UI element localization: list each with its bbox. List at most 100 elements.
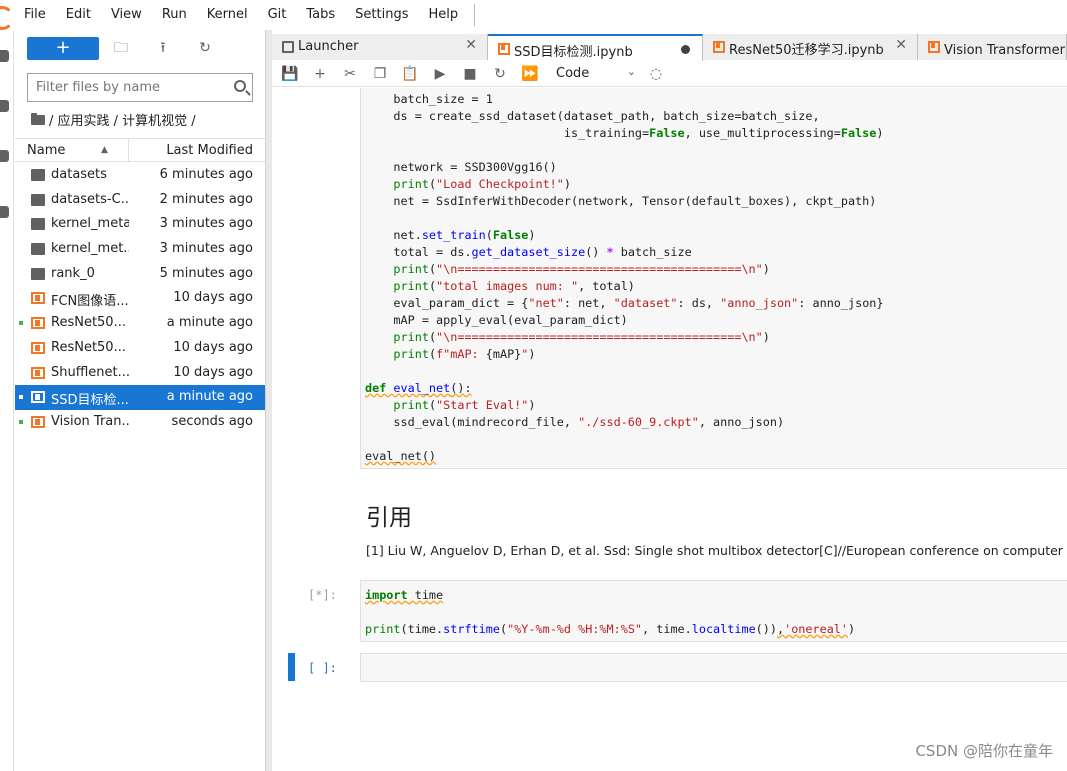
chevron-down-icon: ⌄ bbox=[626, 65, 636, 78]
file-modified: 10 days ago bbox=[173, 339, 253, 355]
panel-splitter[interactable] bbox=[265, 30, 272, 771]
folder-icon[interactable] bbox=[31, 112, 45, 125]
menu-tabs[interactable]: Tabs bbox=[296, 0, 345, 30]
notebook-icon bbox=[31, 292, 45, 305]
notebook-icon bbox=[713, 41, 725, 53]
cell-type-dropdown[interactable]: Code ⌄ bbox=[556, 65, 636, 83]
file-list-header: Name ▲ Last Modified bbox=[15, 138, 265, 162]
menu-help[interactable]: Help bbox=[419, 0, 469, 30]
tab-resnet50-notebook[interactable]: ResNet50迁移学习.ipynb ✕ bbox=[703, 34, 918, 60]
notebook-icon bbox=[31, 341, 45, 354]
file-row[interactable]: rank_0 5 minutes ago bbox=[15, 262, 265, 287]
restart-icon[interactable]: ↻ bbox=[491, 65, 509, 83]
folder-icon bbox=[31, 218, 45, 231]
file-row[interactable]: kernel_met... 3 minutes ago bbox=[15, 237, 265, 262]
menu-git[interactable]: Git bbox=[258, 0, 297, 30]
insert-cell-icon[interactable]: + bbox=[311, 65, 329, 83]
cell-prompt-empty: [ ]: bbox=[308, 661, 337, 675]
file-modified: 3 minutes ago bbox=[159, 241, 253, 257]
close-icon[interactable]: ✕ bbox=[895, 37, 907, 53]
running-icon[interactable] bbox=[0, 100, 9, 112]
code-cell-ssd-eval[interactable]: batch_size = 1 ds = create_ssd_dataset(d… bbox=[360, 88, 1067, 469]
menu-settings[interactable]: Settings bbox=[345, 0, 418, 30]
menu-edit[interactable]: Edit bbox=[56, 0, 101, 30]
new-launcher-button[interactable]: + bbox=[27, 37, 99, 60]
file-name: Shufflenet... bbox=[51, 364, 129, 380]
file-row[interactable]: Vision Tran... seconds ago bbox=[15, 410, 265, 435]
breadcrumb[interactable]: / 应用实践 / 计算机视觉 / bbox=[31, 110, 196, 129]
menu-run[interactable]: Run bbox=[152, 0, 197, 30]
refresh-icon[interactable]: ↻ bbox=[197, 39, 213, 57]
notebook-icon bbox=[31, 366, 45, 379]
launcher-icon bbox=[282, 41, 294, 53]
close-icon[interactable]: ✕ bbox=[465, 37, 477, 53]
paste-icon[interactable]: 📋 bbox=[401, 65, 419, 83]
git-icon[interactable]: ◌ bbox=[647, 65, 665, 83]
tab-label: Vision Transformer图 bbox=[944, 43, 1067, 58]
file-modified: 5 minutes ago bbox=[159, 265, 253, 281]
upload-icon[interactable]: ⭱ bbox=[155, 39, 171, 57]
folder-icon bbox=[31, 267, 45, 280]
filter-files-field[interactable] bbox=[27, 73, 253, 102]
notebook-icon bbox=[498, 43, 510, 55]
file-name: FCN图像语... bbox=[51, 294, 129, 310]
breadcrumb-path[interactable]: / 应用实践 / 计算机视觉 / bbox=[49, 110, 196, 129]
run-icon[interactable]: ▶ bbox=[431, 65, 449, 83]
file-row[interactable]: SSD目标检... a minute ago bbox=[15, 385, 265, 410]
file-row[interactable]: kernel_meta 3 minutes ago bbox=[15, 212, 265, 237]
tab-launcher[interactable]: Launcher ✕ bbox=[272, 34, 488, 60]
copy-icon[interactable]: ❐ bbox=[371, 65, 389, 83]
menu-separator bbox=[474, 4, 476, 26]
left-activity-bar bbox=[0, 30, 14, 771]
file-row[interactable]: datasets 6 minutes ago bbox=[15, 163, 265, 188]
folder-icon bbox=[31, 243, 45, 256]
column-divider bbox=[128, 139, 129, 161]
file-row[interactable]: FCN图像语... 10 days ago bbox=[15, 286, 265, 311]
file-list: datasets 6 minutes ago datasets-C... 2 minu… bbox=[15, 163, 265, 435]
file-modified: 10 days ago bbox=[173, 364, 253, 380]
new-folder-icon[interactable]: 🗀 bbox=[113, 39, 129, 57]
file-row[interactable]: Shufflenet... 10 days ago bbox=[15, 361, 265, 386]
menu-bar: File Edit View Run Kernel Git Tabs Setti… bbox=[0, 0, 1067, 30]
heading-references: 引用 bbox=[366, 505, 412, 531]
file-browser: + 🗀 ⭱ ↻ / 应用实践 / 计算机视觉 / Name ▲ Last Mod… bbox=[15, 30, 265, 771]
file-name: SSD目标检... bbox=[51, 393, 129, 409]
cell-type-value: Code bbox=[556, 66, 590, 81]
running-indicator-icon bbox=[19, 395, 23, 400]
tab-label: SSD目标检测.ipynb bbox=[514, 45, 633, 60]
notebook-icon bbox=[31, 391, 45, 404]
code-cell-time[interactable]: import time print(time.strftime("%Y-%m-%… bbox=[360, 580, 1067, 642]
file-row[interactable]: ResNet50... a minute ago bbox=[15, 311, 265, 336]
tab-label: ResNet50迁移学习.ipynb bbox=[729, 43, 884, 58]
column-name-header[interactable]: Name bbox=[27, 143, 65, 158]
folder-icon[interactable] bbox=[0, 50, 9, 62]
notebook-toolbar: 💾 + ✂ ❐ 📋 ▶ ■ ↻ ⏩ Code ⌄ ◌ bbox=[272, 61, 1067, 87]
menu-view[interactable]: View bbox=[101, 0, 152, 30]
tab-ssd-notebook[interactable]: SSD目标检测.ipynb bbox=[488, 34, 703, 61]
empty-code-cell[interactable] bbox=[360, 653, 1067, 682]
file-row[interactable]: datasets-C... 2 minutes ago bbox=[15, 188, 265, 213]
cut-icon[interactable]: ✂ bbox=[341, 65, 359, 83]
file-browser-toolbar: + 🗀 ⭱ ↻ bbox=[15, 30, 265, 66]
menu-file[interactable]: File bbox=[14, 0, 56, 30]
menu-kernel[interactable]: Kernel bbox=[197, 0, 258, 30]
unsaved-indicator-icon[interactable] bbox=[681, 45, 690, 54]
notebook-icon bbox=[31, 415, 45, 428]
file-name: kernel_meta bbox=[51, 216, 129, 232]
fast-forward-icon[interactable]: ⏩ bbox=[521, 65, 539, 83]
save-icon[interactable]: 💾 bbox=[281, 65, 299, 83]
folder-icon bbox=[31, 169, 45, 181]
file-row[interactable]: ResNet50... 10 days ago bbox=[15, 336, 265, 361]
reference-text: [1] Liu W, Anguelov D, Erhan D, et al. S… bbox=[366, 543, 1067, 558]
stop-icon[interactable]: ■ bbox=[461, 65, 479, 83]
search-icon bbox=[234, 80, 246, 92]
notebook-icon bbox=[928, 41, 940, 53]
extension-icon[interactable] bbox=[0, 206, 9, 218]
toc-icon[interactable] bbox=[0, 150, 9, 162]
folder-icon bbox=[31, 193, 45, 206]
tab-vision-transformer-notebook[interactable]: Vision Transformer图 bbox=[918, 34, 1067, 60]
column-modified-header[interactable]: Last Modified bbox=[166, 143, 253, 158]
filter-input[interactable] bbox=[28, 74, 218, 101]
file-modified: 10 days ago bbox=[173, 290, 253, 306]
file-name: kernel_met... bbox=[51, 241, 129, 257]
